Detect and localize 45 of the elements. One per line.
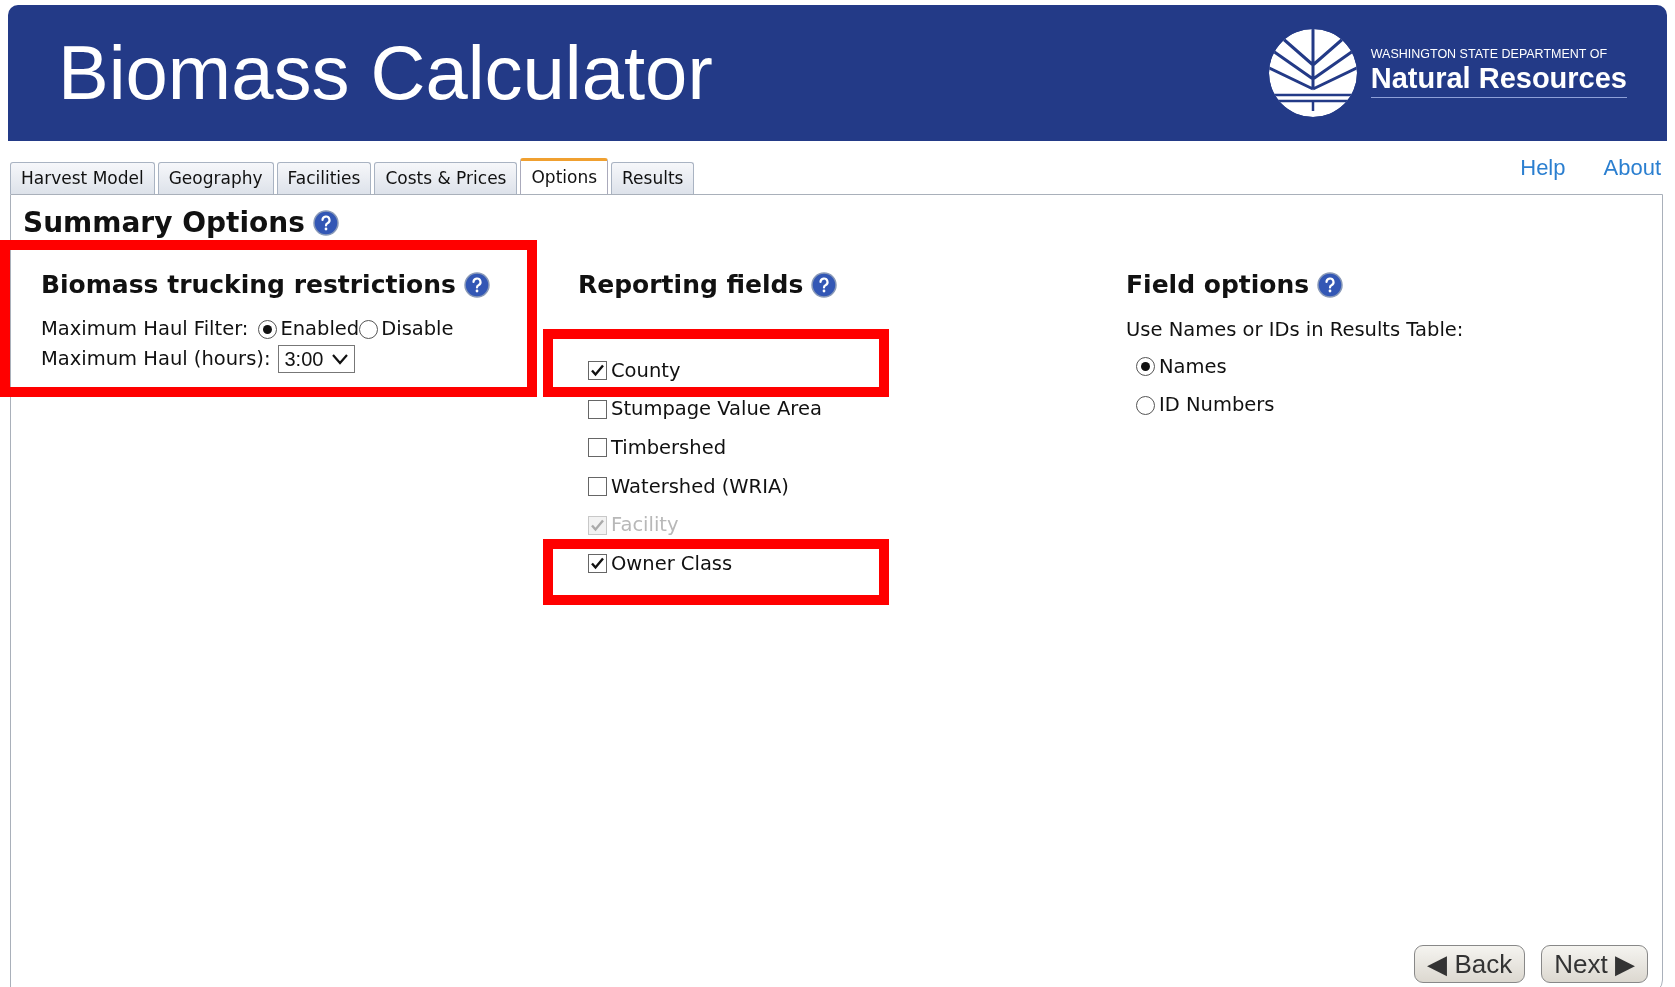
- radio-button[interactable]: [359, 319, 379, 339]
- checkbox[interactable]: [588, 476, 607, 496]
- checkbox[interactable]: [588, 360, 607, 380]
- help-icon[interactable]: [463, 272, 490, 298]
- nav-link[interactable]: About: [1603, 151, 1661, 184]
- tab[interactable]: Results: [611, 162, 695, 194]
- radio-label: Names: [1159, 353, 1227, 380]
- checkbox[interactable]: [588, 554, 607, 574]
- help-icon[interactable]: [811, 272, 838, 298]
- hours-dropdown[interactable]: 3:00: [278, 345, 356, 373]
- checkbox-label: Timbershed: [611, 435, 726, 462]
- help-icon[interactable]: [1317, 272, 1344, 298]
- chevron-down-icon: [331, 353, 350, 365]
- logo-subtitle: WASHINGTON STATE DEPARTMENT OF: [1370, 47, 1609, 61]
- checkbox-label: Owner Class: [611, 551, 733, 578]
- radio-label: Disable: [381, 316, 454, 343]
- radio-label: ID Numbers: [1159, 392, 1275, 419]
- field-label: Maximum Haul Filter:: [41, 316, 249, 343]
- checkbox-label: Facility: [611, 512, 679, 539]
- nav-button[interactable]: Next ▶: [1541, 945, 1648, 983]
- field-label: Use Names or IDs in Results Table:: [1126, 317, 1465, 343]
- section-heading: Field options: [1126, 269, 1310, 302]
- nav-link[interactable]: Help: [1520, 151, 1566, 184]
- checkbox-label: County: [611, 357, 681, 384]
- checkbox[interactable]: [588, 399, 607, 419]
- radio-button[interactable]: [258, 319, 278, 339]
- tab[interactable]: Harvest Model: [10, 162, 155, 194]
- radio-button[interactable]: [1136, 356, 1155, 376]
- help-icon[interactable]: [312, 210, 339, 236]
- tab[interactable]: Costs & Prices: [374, 162, 518, 194]
- checkbox-label: Stumpage Value Area: [611, 396, 822, 423]
- checkbox-label: Watershed (WRIA): [611, 473, 789, 500]
- nav-button[interactable]: ◀ Back: [1414, 945, 1526, 983]
- radio-button[interactable]: [1136, 395, 1155, 415]
- radio-label: Enabled: [280, 316, 360, 343]
- field-label: Maximum Haul (hours):: [41, 346, 271, 373]
- tab[interactable]: Geography: [157, 162, 274, 194]
- logo-name: Natural Resources: [1370, 60, 1627, 99]
- tab[interactable]: Facilities: [276, 162, 372, 194]
- page-title: Summary Options: [23, 209, 305, 237]
- section-heading: Biomass trucking restrictions: [41, 269, 456, 302]
- app-title: Biomass Calculator: [58, 35, 713, 111]
- tab[interactable]: Options: [520, 158, 609, 194]
- checkbox[interactable]: [588, 438, 607, 458]
- section-heading: Reporting fields: [578, 269, 804, 302]
